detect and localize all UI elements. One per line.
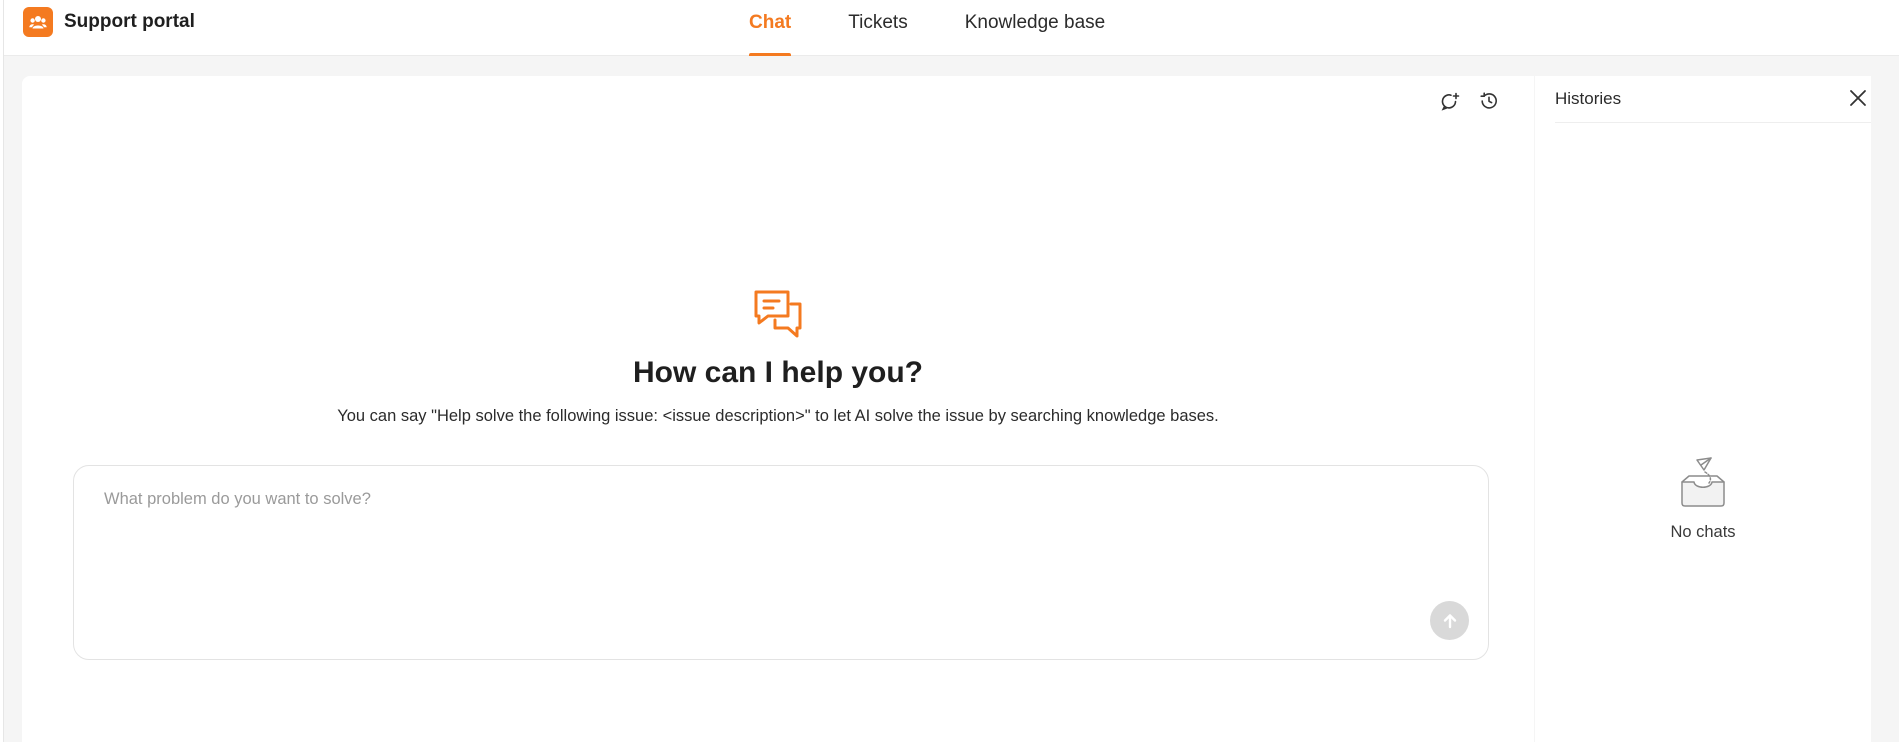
- top-header: Support portal Chat Tickets Knowledge ba…: [4, 0, 1899, 56]
- close-icon[interactable]: [1847, 87, 1869, 109]
- chat-toolbar: [1439, 90, 1500, 112]
- histories-title: Histories: [1555, 89, 1622, 108]
- histories-panel: Histories No chats: [1535, 76, 1871, 742]
- history-icon[interactable]: [1478, 90, 1500, 112]
- histories-header: Histories: [1555, 76, 1871, 123]
- brand[interactable]: Support portal: [23, 7, 195, 37]
- send-button[interactable]: [1430, 601, 1469, 640]
- tab-knowledge-base[interactable]: Knowledge base: [965, 0, 1106, 56]
- main-tabs: Chat Tickets Knowledge base: [749, 0, 1162, 56]
- app-title: Support portal: [64, 11, 195, 32]
- question-input[interactable]: [102, 488, 1402, 618]
- app-window: Support portal Chat Tickets Knowledge ba…: [3, 0, 1899, 742]
- empty-inbox-icon: [1677, 456, 1729, 512]
- histories-empty-state: No chats: [1535, 456, 1871, 542]
- welcome-hero: How can I help you? You can say "Help so…: [22, 286, 1534, 427]
- chat-bubbles-icon: [750, 286, 806, 342]
- arrow-up-icon: [1443, 613, 1456, 628]
- tab-chat[interactable]: Chat: [749, 0, 792, 56]
- message-composer: [73, 465, 1489, 660]
- welcome-subtitle: You can say "Help solve the following is…: [337, 407, 1219, 425]
- empty-state-text: No chats: [1670, 523, 1736, 541]
- chat-panel: How can I help you? You can say "Help so…: [22, 76, 1534, 742]
- tab-tickets[interactable]: Tickets: [848, 0, 907, 56]
- team-logo-icon: [23, 7, 53, 37]
- welcome-title: How can I help you?: [632, 356, 924, 389]
- new-chat-icon[interactable]: [1439, 90, 1461, 112]
